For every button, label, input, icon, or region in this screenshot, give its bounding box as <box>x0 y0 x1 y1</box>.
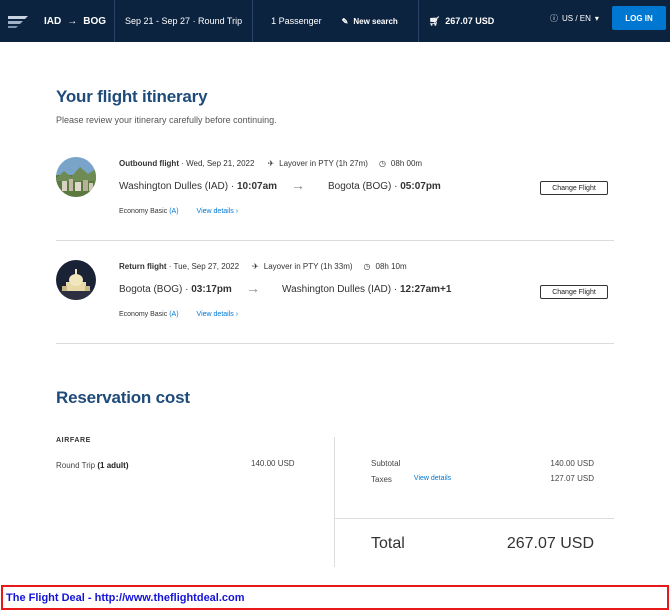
chevron-right-icon: › <box>235 311 239 318</box>
outbound-flight-card: Outbound flight · Wed, Sep 21, 2022 ✈ La… <box>56 157 614 257</box>
flight-duration: 08h 10m <box>375 262 407 271</box>
subtotal-label: Subtotal <box>371 459 400 468</box>
logo-icon[interactable] <box>0 0 36 42</box>
change-flight-button[interactable]: Change Flight <box>540 181 608 195</box>
plane-icon: ✈ <box>267 159 275 168</box>
column-divider <box>334 437 335 567</box>
locale-label: US / EN <box>562 13 591 23</box>
subtotal-value: 140.00 USD <box>550 459 594 468</box>
taxes-value: 127.07 USD <box>550 474 594 483</box>
total-divider <box>334 518 614 519</box>
taxes-label: Taxes View details <box>371 475 451 484</box>
flight-meta: Outbound flight · Wed, Sep 21, 2022 ✈ La… <box>119 159 422 168</box>
view-details-link[interactable]: View details › <box>197 208 239 215</box>
arrive-time: 12:27am+1 <box>400 284 452 295</box>
view-details-link[interactable]: View details › <box>197 311 239 318</box>
depart-time: 03:17pm <box>191 284 232 295</box>
watermark-banner: The Flight Deal - http://www.theflightde… <box>1 585 669 610</box>
new-search-button[interactable]: ✎ New search <box>332 0 408 42</box>
depart-place: Bogota (BOG) · <box>119 284 192 295</box>
info-icon: ⓘ <box>550 13 558 23</box>
locale-selector[interactable]: ⓘ US / EN ▾ <box>550 0 599 36</box>
destination-photo <box>56 157 96 197</box>
arrival-times: Bogota (BOG) · 05:07pm <box>328 181 441 192</box>
flight-date: · Wed, Sep 21, 2022 <box>178 159 255 168</box>
fare-class-row: Economy Basic (A) View details › <box>119 208 238 215</box>
flight-date: · Tue, Sep 27, 2022 <box>166 262 240 271</box>
total-label: Total <box>371 535 405 552</box>
fare-code[interactable]: (A) <box>169 208 178 215</box>
cart-total-button[interactable]: 🛒︎ 267.07 USD <box>419 0 504 42</box>
return-flight-card: Return flight · Tue, Sep 27, 2022 ✈ Layo… <box>56 260 614 360</box>
clock-icon: ◷ <box>378 159 386 168</box>
plane-icon: ✈ <box>252 262 259 271</box>
new-search-label: New search <box>353 16 398 26</box>
arrival-times: Washington Dulles (IAD) · 12:27am+1 <box>282 284 451 295</box>
pencil-icon: ✎ <box>341 16 349 26</box>
change-flight-button[interactable]: Change Flight <box>540 285 608 299</box>
fare-class: Economy Basic <box>119 311 168 318</box>
arrow-right-icon: → <box>67 15 78 27</box>
taxes-text: Taxes <box>371 475 392 484</box>
page-subtitle: Please review your itinerary carefully b… <box>56 115 277 125</box>
chevron-down-icon: ▾ <box>594 13 599 23</box>
destination-photo <box>56 260 96 300</box>
passenger-count[interactable]: 1 Passenger <box>253 0 332 42</box>
flight-times: Washington Dulles (IAD) · 10:07am <box>119 181 277 192</box>
section-divider <box>56 240 614 241</box>
subtotal-text: Subtotal <box>371 459 401 468</box>
destination-code: BOG <box>83 15 107 27</box>
banner-text: The Flight Deal - http://www.theflightde… <box>6 591 245 604</box>
cart-total: 267.07 USD <box>445 16 495 26</box>
flight-duration: 08h 00m <box>390 159 423 168</box>
arrow-right-icon: → <box>291 177 305 193</box>
total-value: 267.07 USD <box>506 535 594 552</box>
flight-label: Return flight <box>119 262 167 271</box>
page-title: Your flight itinerary <box>56 87 208 106</box>
round-trip-value: 140.00 USD <box>251 459 295 468</box>
arrive-place: Washington Dulles (IAD) · <box>282 284 400 295</box>
fare-code[interactable]: (A) <box>169 311 178 318</box>
fare-class: Economy Basic <box>119 208 168 215</box>
section-divider <box>56 343 614 344</box>
fare-class-row: Economy Basic (A) View details › <box>119 311 238 318</box>
view-details-label: View details <box>196 208 234 215</box>
arrow-right-icon: → <box>246 280 260 296</box>
round-trip-qty: (1 adult) <box>97 461 129 470</box>
layover-info: Layover in PTY (1h 33m) <box>263 262 353 271</box>
round-trip-label: Round Trip (1 adult) <box>56 461 128 470</box>
round-trip-text: Round Trip <box>56 461 96 470</box>
view-details-label: View details <box>196 311 234 318</box>
chevron-right-icon: › <box>235 208 239 215</box>
origin-code: IAD <box>44 15 62 27</box>
arrive-time: 05:07pm <box>400 181 441 192</box>
cart-icon: 🛒︎ <box>428 15 441 26</box>
route-summary[interactable]: IAD → BOG <box>36 0 114 42</box>
flight-meta: Return flight · Tue, Sep 27, 2022 ✈ Layo… <box>119 262 407 271</box>
taxes-view-details-link[interactable]: View details <box>414 475 451 484</box>
airfare-heading: AIRFARE <box>56 437 91 444</box>
flight-label: Outbound flight <box>119 159 179 168</box>
flight-times: Bogota (BOG) · 03:17pm <box>119 284 232 295</box>
clock-icon: ◷ <box>363 262 371 271</box>
depart-place: Washington Dulles (IAD) · <box>119 181 237 192</box>
layover-info: Layover in PTY (1h 27m) <box>279 159 368 168</box>
date-range[interactable]: Sep 21 - Sep 27 · Round Trip <box>115 0 252 42</box>
arrive-place: Bogota (BOG) · <box>328 181 401 192</box>
depart-time: 10:07am <box>237 181 278 192</box>
top-nav: IAD → BOG Sep 21 - Sep 27 · Round Trip 1… <box>0 0 670 42</box>
reservation-title: Reservation cost <box>56 388 190 407</box>
login-button[interactable]: LOG IN <box>612 6 666 30</box>
